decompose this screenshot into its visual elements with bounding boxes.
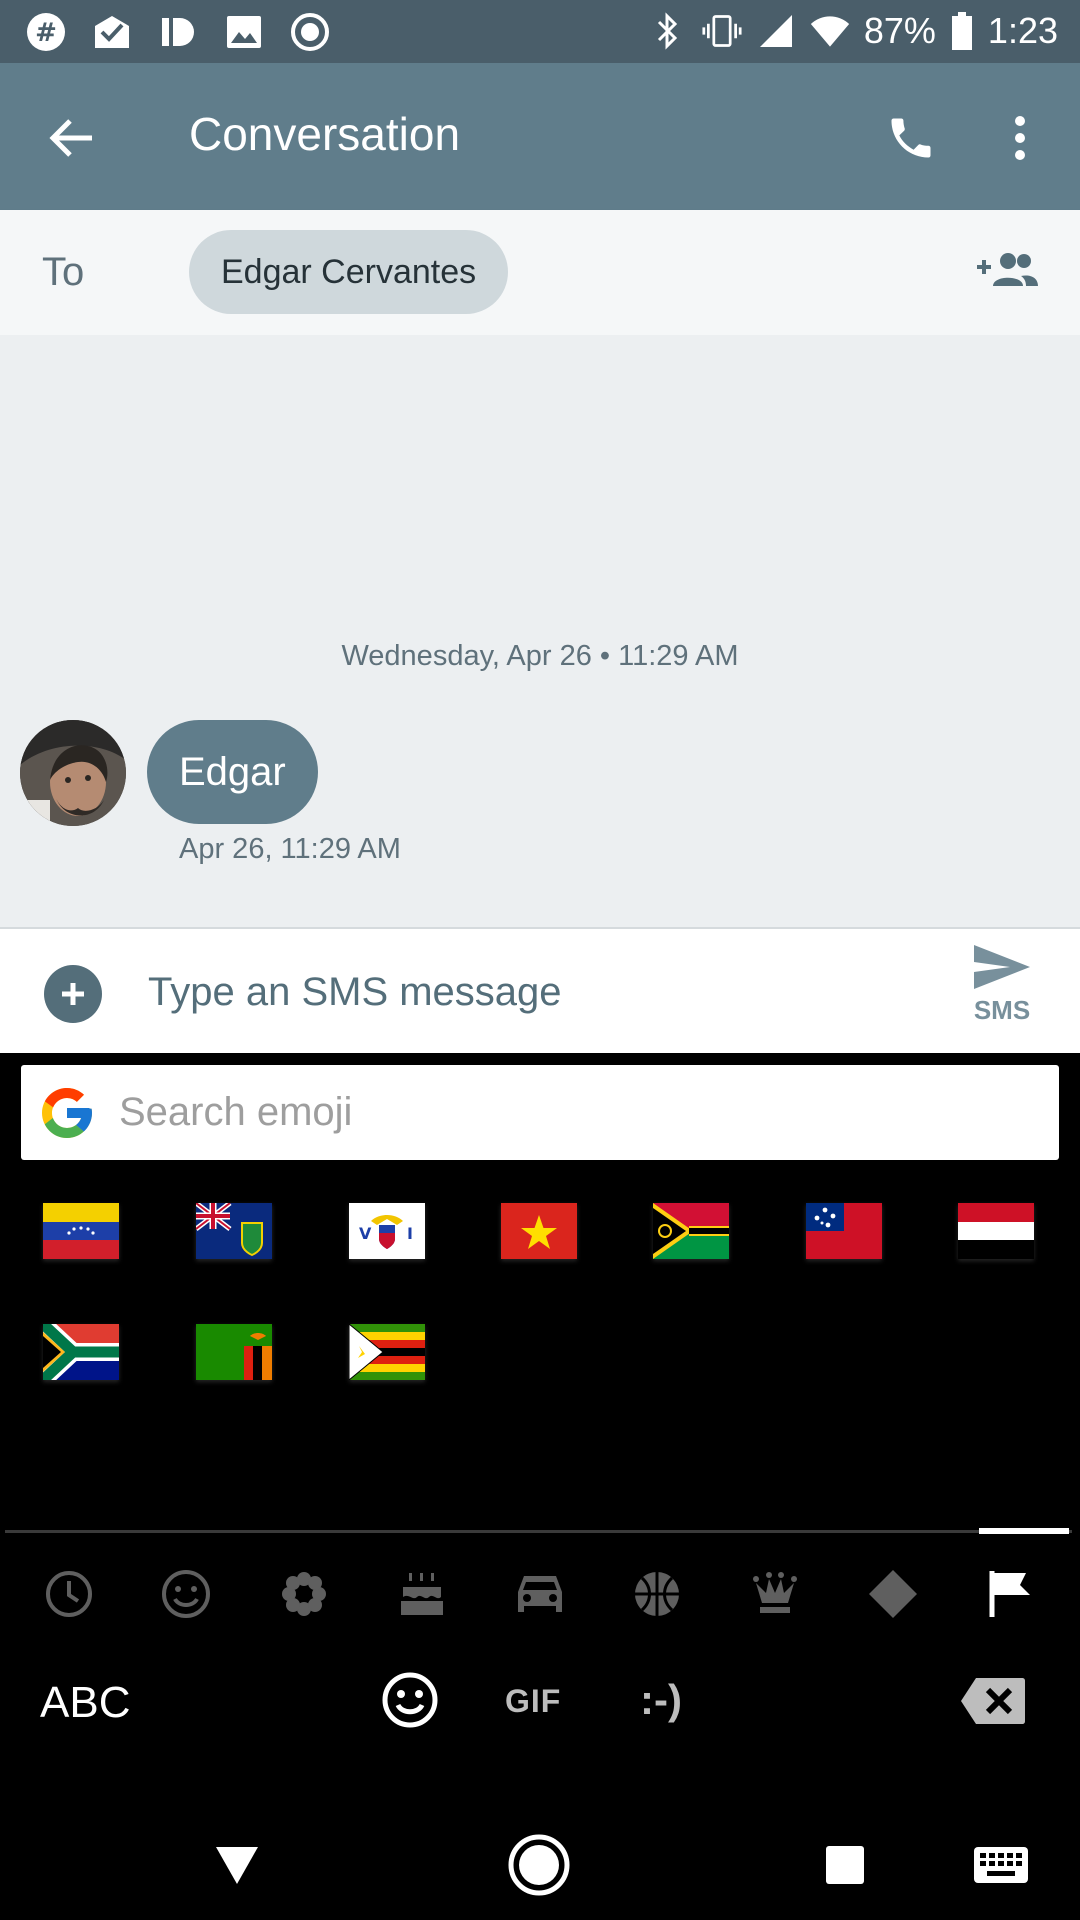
- svg-text:#: #: [35, 18, 57, 48]
- record-icon: [290, 12, 330, 52]
- svg-text:V: V: [359, 1224, 372, 1243]
- conversation-area[interactable]: Wednesday, Apr 26 • 11:29 AM Edgar Apr 2…: [0, 335, 1080, 927]
- message-input[interactable]: [148, 959, 908, 1025]
- nature-icon[interactable]: [274, 1564, 334, 1624]
- signal-icon: [756, 11, 796, 51]
- hashtag-app-icon: #: [26, 12, 66, 52]
- bluetooth-icon: [648, 11, 688, 51]
- status-bar: # 87% 1:23: [0, 0, 1080, 63]
- more-vert-icon[interactable]: [990, 103, 1050, 173]
- smileys-icon[interactable]: [156, 1564, 216, 1624]
- back-nav-icon[interactable]: [204, 1832, 270, 1898]
- message-timestamp: Apr 26, 11:29 AM: [179, 833, 401, 865]
- clock: 1:23: [987, 10, 1058, 51]
- flags-icon[interactable]: [980, 1564, 1040, 1624]
- battery-icon: [950, 11, 974, 51]
- svg-text:I: I: [407, 1224, 413, 1243]
- avatar[interactable]: [20, 720, 126, 826]
- emoji-search-input[interactable]: [119, 1090, 1019, 1135]
- pushbullet-icon: [158, 12, 198, 52]
- recipient-chip[interactable]: Edgar Cervantes: [189, 230, 509, 314]
- flag-british-virgin-islands[interactable]: [196, 1203, 272, 1259]
- flag-south-africa[interactable]: [43, 1324, 119, 1380]
- battery-percent: 87%: [863, 10, 936, 51]
- vibrate-icon: [702, 11, 742, 51]
- objects-icon[interactable]: [745, 1564, 805, 1624]
- emoji-key-icon[interactable]: [380, 1670, 440, 1730]
- image-icon: [224, 12, 264, 52]
- recents-nav-icon[interactable]: [812, 1832, 878, 1898]
- recipient-row: To Edgar Cervantes: [0, 210, 1080, 335]
- flag-zambia[interactable]: [196, 1324, 272, 1380]
- food-icon[interactable]: [392, 1564, 452, 1624]
- flag-samoa[interactable]: [806, 1203, 882, 1259]
- flag-yemen[interactable]: [958, 1203, 1034, 1259]
- to-label: To: [42, 250, 85, 294]
- travel-icon[interactable]: [510, 1564, 570, 1624]
- phone-icon[interactable]: [876, 103, 946, 173]
- navigation-bar: [0, 1810, 1080, 1920]
- flag-zimbabwe[interactable]: [349, 1324, 425, 1380]
- mail-check-icon: [92, 12, 132, 52]
- emoji-search-bar[interactable]: [21, 1065, 1059, 1160]
- flag-vietnam[interactable]: [501, 1203, 577, 1259]
- page-title: Conversation: [189, 108, 461, 160]
- send-label: SMS: [973, 995, 1031, 1025]
- activities-icon[interactable]: [627, 1564, 687, 1624]
- message-bubble[interactable]: Edgar: [147, 720, 318, 824]
- date-separator: Wednesday, Apr 26 • 11:29 AM: [341, 640, 739, 672]
- flag-vanuatu[interactable]: [653, 1203, 729, 1259]
- app-bar: Conversation: [0, 63, 1080, 210]
- category-track: [5, 1530, 1072, 1533]
- emoticon-key[interactable]: :-): [640, 1676, 682, 1724]
- recent-icon[interactable]: [39, 1564, 99, 1624]
- send-button[interactable]: SMS: [960, 943, 1044, 1043]
- compose-bar: SMS: [0, 927, 1080, 1053]
- flag-venezuela[interactable]: [43, 1203, 119, 1259]
- send-icon: [974, 945, 1030, 989]
- add-people-icon[interactable]: [972, 240, 1042, 300]
- gif-key[interactable]: GIF: [505, 1683, 561, 1720]
- abc-key[interactable]: ABC: [40, 1678, 130, 1728]
- flag-us-virgin-islands[interactable]: VI: [349, 1203, 425, 1259]
- arrow-back-icon[interactable]: [36, 103, 106, 173]
- keyboard-switch-icon[interactable]: [968, 1832, 1034, 1898]
- home-nav-icon[interactable]: [506, 1832, 572, 1898]
- backspace-icon[interactable]: [960, 1676, 1026, 1726]
- add-attachment-icon[interactable]: [44, 965, 102, 1023]
- google-logo-icon: [42, 1087, 92, 1138]
- active-category-indicator: [979, 1528, 1069, 1534]
- symbols-icon[interactable]: [863, 1564, 923, 1624]
- wifi-icon: [810, 11, 850, 51]
